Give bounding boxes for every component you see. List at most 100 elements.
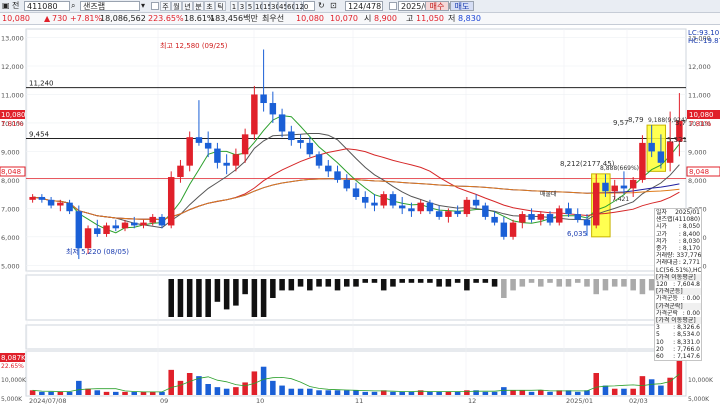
candle-body[interactable] [657,151,665,163]
candle-body[interactable] [38,196,46,200]
candle-body[interactable] [556,208,563,223]
chart-panel[interactable]: 13,000 13,000 12,000 12,000 11,000 11,000 10,0… [0,25,720,405]
candle-body[interactable] [223,162,230,166]
candle-body[interactable] [121,222,129,229]
candle-body[interactable] [398,205,406,209]
panel-toggle-icon[interactable]: ▣ [2,1,10,11]
candle-body[interactable] [435,211,443,217]
period-tab-1[interactable]: 월 [171,1,182,11]
candle-body[interactable] [472,199,480,206]
candle-body[interactable] [565,208,572,215]
candle-body[interactable] [343,179,350,189]
candle-body[interactable] [112,225,120,229]
candle-body[interactable] [491,216,498,223]
candle-body[interactable] [195,137,203,143]
price-chart[interactable]: 13,000 13,00012,000 12,00011,000 11,00010,0… [0,25,720,405]
checkbox-1[interactable] [151,2,159,10]
candle-body[interactable] [463,199,471,215]
volume-bar [288,388,295,395]
buy-button[interactable]: 매수 [425,1,449,11]
sell-button[interactable]: 매도 [450,1,474,11]
candle-body[interactable] [269,103,277,115]
candle-body[interactable] [389,194,397,206]
candle-body[interactable] [131,222,138,226]
candle-body[interactable] [592,182,600,226]
candle-body[interactable] [417,202,424,212]
candle-body[interactable] [306,142,314,155]
candle-body[interactable] [204,142,212,149]
candle-body[interactable] [639,142,646,180]
candle-body[interactable] [602,182,609,192]
candle-body[interactable] [149,216,156,223]
candle-body[interactable] [167,177,175,226]
period-tab-4[interactable]: 초 [204,1,215,11]
candle-body[interactable] [362,196,369,203]
candle-body[interactable] [297,140,304,143]
candle-body[interactable] [315,154,323,166]
candle-body[interactable] [334,171,341,180]
candle-body[interactable] [251,94,258,135]
candle-body[interactable] [352,188,360,197]
interval-button-60[interactable]: 60 [286,1,296,11]
candle-body[interactable] [583,219,591,226]
candle-body[interactable] [241,134,249,155]
candle-body[interactable] [574,214,581,220]
period-tab-5[interactable]: 틱 [215,1,226,11]
candle-body[interactable] [648,142,655,152]
candle-body[interactable] [66,202,73,212]
interval-button-45[interactable]: 45 [278,1,288,11]
candle-body[interactable] [103,225,110,234]
candle-body[interactable] [611,185,618,192]
interval-button-1[interactable]: 1 [230,1,238,11]
candle-body[interactable] [260,94,267,104]
candle-body[interactable] [278,114,286,132]
lock-icon[interactable]: ⊡ [330,1,340,11]
candle-body[interactable] [140,222,147,226]
indicator-bar [380,279,387,291]
date-checkbox[interactable] [389,2,397,10]
candle-body[interactable] [371,202,378,206]
candle-body[interactable] [158,216,166,226]
stock-code-input[interactable]: 411080 [24,1,70,11]
candle-body[interactable] [408,208,415,212]
candle-body[interactable] [620,185,628,189]
candle-body[interactable] [47,199,55,206]
candle-body[interactable] [288,131,295,141]
candle-body[interactable] [537,214,545,220]
candle-body[interactable] [546,214,554,223]
interval-button-15[interactable]: 15 [262,1,272,11]
candle-body[interactable] [426,202,434,212]
candle-body[interactable] [500,222,508,237]
period-tab-2[interactable]: 년 [182,1,193,11]
interval-button-30[interactable]: 30 [270,1,280,11]
candle-body[interactable] [629,179,637,189]
candle-body[interactable] [454,211,461,215]
period-tab-0[interactable]: 주 [160,1,171,11]
interval-button-10[interactable]: 10 [254,1,264,11]
candle-body[interactable] [186,137,193,166]
interval-button-120[interactable]: 120 [294,1,308,11]
candle-body[interactable] [177,165,184,178]
candle-body[interactable] [57,202,64,206]
candle-body[interactable] [29,196,36,200]
candle-body[interactable] [528,214,535,220]
candle-body[interactable] [325,165,332,172]
candle-body[interactable] [482,205,489,217]
candle-body[interactable] [94,228,101,234]
candle-body[interactable] [509,222,517,237]
candle-body[interactable] [380,194,387,206]
stock-name-field[interactable]: 샌즈랩 [80,1,140,11]
candle-body[interactable] [214,148,221,163]
chevron-down-icon[interactable]: ▾ [141,1,149,11]
candle-body[interactable] [232,154,240,166]
candle-body[interactable] [75,211,83,249]
candle-body[interactable] [519,214,526,223]
candle-body[interactable] [666,141,674,163]
interval-button-3[interactable]: 3 [238,1,246,11]
interval-button-5[interactable]: 5 [246,1,254,11]
period-tab-3[interactable]: 분 [193,1,204,11]
search-icon[interactable]: ⌕ [71,1,79,11]
candle-body[interactable] [445,211,452,217]
candle-body[interactable] [84,228,92,249]
refresh-icon[interactable]: ↻ [318,1,328,11]
